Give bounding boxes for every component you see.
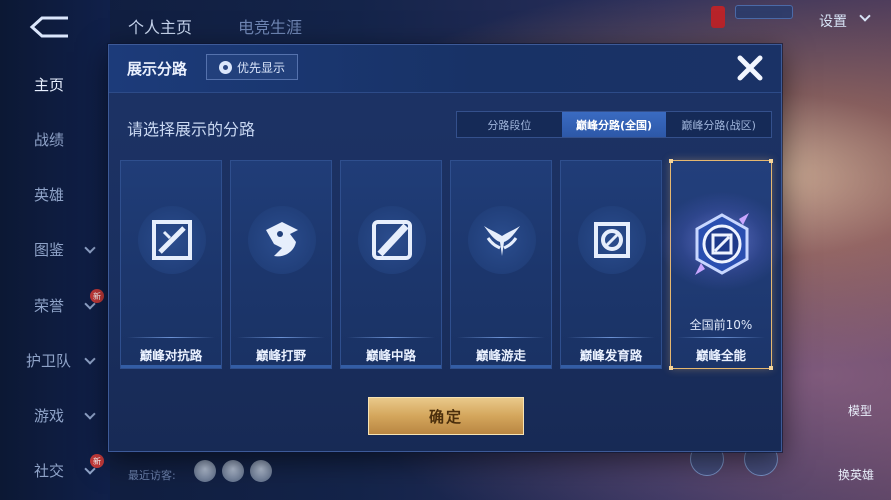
rank-percentile: 全国前10% (689, 318, 753, 332)
tab-peak-lane-region[interactable]: 巅峰分路(战区) (666, 112, 771, 137)
lane-card-label: 巅峰发育路 (579, 348, 643, 363)
corner-accent (669, 159, 673, 163)
tab-peak-lane-national[interactable]: 巅峰分路(全国) (561, 112, 667, 137)
tab-personal-home[interactable]: 个人主页 (128, 14, 192, 38)
lane-card-adc[interactable]: 巅峰发育路 (560, 160, 662, 369)
allround-medal-icon (695, 213, 749, 275)
new-badge: 新 (90, 289, 104, 303)
chevron-down-icon (84, 408, 96, 420)
tab-esports-career[interactable]: 电竞生涯 (238, 14, 302, 38)
priority-display-label: 优先显示 (236, 60, 285, 75)
top-tabs: 个人主页 电竞生涯 (128, 14, 302, 38)
lane-card-jungle[interactable]: 巅峰打野 (230, 160, 332, 369)
crossed-swords-icon (138, 206, 206, 274)
change-hero-label[interactable]: 换英雄 (838, 466, 874, 483)
corner-accent (669, 366, 673, 370)
slash-icon (358, 206, 426, 274)
chevron-down-icon (84, 242, 96, 254)
sidebar: 主页 战绩 英雄 图鉴 荣誉新 护卫队 游戏 社交新 (0, 0, 110, 500)
card-accent (561, 365, 661, 368)
card-accent (451, 365, 551, 368)
sidebar-item-records[interactable]: 战绩 (0, 121, 110, 157)
lane-card-label: 巅峰中路 (365, 348, 416, 363)
lane-card-label: 巅峰打野 (255, 348, 306, 363)
tab-lane-rank[interactable]: 分路段位 (457, 112, 562, 137)
sidebar-item-heroes[interactable]: 英雄 (0, 176, 110, 212)
sidebar-item-social[interactable]: 社交新 (0, 452, 110, 488)
lane-card-top[interactable]: 巅峰对抗路 (120, 160, 222, 369)
gear-icon (218, 60, 232, 74)
lane-card-label: 巅峰游走 (475, 348, 526, 363)
recent-visitors-label: 最近访客: (128, 469, 176, 482)
card-divider (567, 337, 655, 338)
avatar[interactable] (222, 460, 244, 482)
lane-display-dialog: 展示分路 优先显示 请选择展示的分路 分路段位 巅峰分路(全国) 巅峰分路(战区… (108, 44, 787, 452)
lane-card-support[interactable]: 巅峰游走 (450, 160, 552, 369)
lane-card-label: 巅峰对抗路 (139, 348, 203, 363)
priority-display-button[interactable]: 优先显示 (206, 54, 298, 80)
chevron-down-icon (84, 353, 96, 365)
card-divider (237, 337, 325, 338)
lane-card-label: 巅峰全能 (695, 348, 746, 363)
avatar[interactable] (194, 460, 216, 482)
wings-icon (468, 206, 536, 274)
top-right-bar: 设置 (671, 0, 891, 38)
lane-source-tabs: 分路段位 巅峰分路(全国) 巅峰分路(战区) (456, 111, 772, 138)
card-accent (341, 365, 441, 368)
confirm-button[interactable]: 确定 (368, 397, 524, 435)
new-badge: 新 (90, 454, 104, 468)
sidebar-item-games[interactable]: 游戏 (0, 397, 110, 433)
card-divider (127, 337, 215, 338)
lane-card-allround[interactable]: 全国前10% 巅峰全能 (657, 159, 787, 370)
sidebar-item-gallery[interactable]: 图鉴 (0, 231, 110, 267)
section-title: 请选择展示的分路 (127, 120, 256, 139)
chevron-down-icon (859, 10, 871, 22)
vip-pill (735, 5, 793, 19)
model-label[interactable]: 模型 (848, 402, 872, 419)
card-accent (121, 365, 221, 368)
sidebar-item-guard[interactable]: 护卫队 (0, 342, 110, 378)
back-arrow-icon[interactable] (28, 14, 74, 40)
sidebar-item-home[interactable]: 主页 (0, 66, 110, 102)
card-divider (677, 337, 765, 338)
close-icon[interactable] (733, 51, 767, 85)
dragon-icon (248, 206, 316, 274)
avatar[interactable] (250, 460, 272, 482)
lane-card-mid[interactable]: 巅峰中路 (340, 160, 442, 369)
lane-cards: 巅峰对抗路 巅峰打野 巅峰中路 巅峰游走 巅峰发育路 全国前10% 巅峰全能 (120, 159, 787, 370)
card-divider (347, 337, 435, 338)
dialog-header: 展示分路 优先显示 (109, 45, 781, 93)
corner-accent (769, 159, 773, 163)
card-accent (231, 365, 331, 368)
settings-button[interactable]: 设置 (819, 11, 847, 31)
crosshair-icon (578, 206, 646, 274)
corner-accent (769, 366, 773, 370)
card-divider (457, 337, 545, 338)
vip-icon (711, 6, 725, 28)
sidebar-item-honor[interactable]: 荣誉新 (0, 287, 110, 323)
dialog-title: 展示分路 (127, 60, 188, 78)
